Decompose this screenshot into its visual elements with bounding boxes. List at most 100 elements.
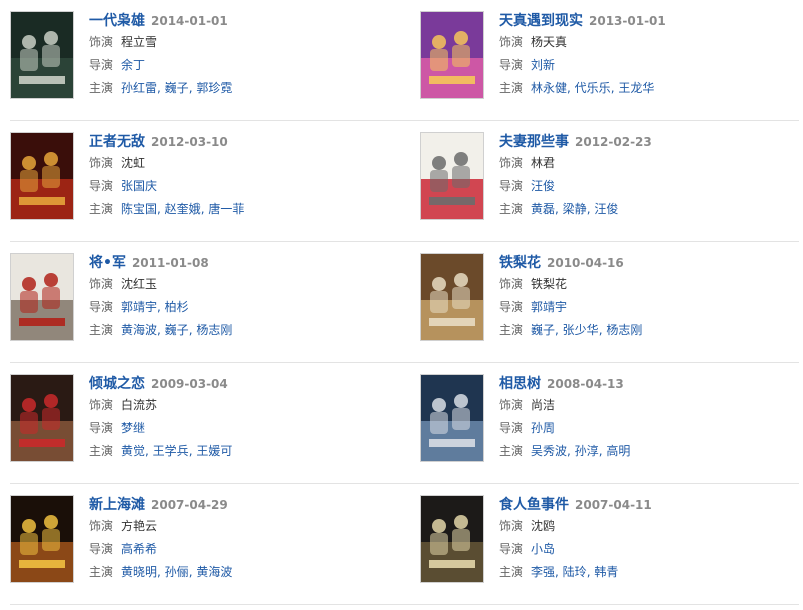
film-title-link[interactable]: 食人鱼事件: [499, 497, 569, 513]
role-line: 饰演 方艳云: [89, 515, 389, 538]
poster-image[interactable]: [10, 11, 74, 99]
cast-member-link[interactable]: 李强: [531, 565, 555, 579]
film-title-link[interactable]: 夫妻那些事: [499, 134, 569, 150]
poster-image[interactable]: [10, 495, 74, 583]
film-info: 夫妻那些事 2012-02-23 饰演 林君 导演 汪俊 主演 黄磊, 梁静, 汪俊: [499, 132, 799, 221]
poster-art: [11, 12, 73, 98]
film-title-link[interactable]: 将•军: [89, 255, 126, 271]
cast-label: 主演: [499, 565, 524, 579]
poster-image[interactable]: [10, 132, 74, 220]
cast-member-link[interactable]: 陈宝国: [121, 202, 157, 216]
film-title-link[interactable]: 天真遇到现实: [499, 13, 583, 29]
director-link[interactable]: 郭靖宇: [531, 300, 567, 314]
director-label: 导演: [499, 542, 524, 556]
cast-member-link[interactable]: 王媛可: [196, 444, 232, 458]
director-label: 导演: [499, 58, 524, 72]
cast-member-link[interactable]: 巍子: [165, 81, 189, 95]
cast-member-link[interactable]: 林永健: [531, 81, 567, 95]
cast-member-link[interactable]: 陆玲: [563, 565, 587, 579]
cast-member-link[interactable]: 黄觉: [121, 444, 145, 458]
poster-image[interactable]: [420, 253, 484, 341]
director-link[interactable]: 汪俊: [531, 179, 555, 193]
film-title-link[interactable]: 一代枭雄: [89, 13, 145, 29]
cast-member-link[interactable]: 黄海波: [196, 565, 232, 579]
cast-member-link[interactable]: 黄晓明: [121, 565, 157, 579]
poster-image[interactable]: [10, 253, 74, 341]
cast-member-link[interactable]: 韩青: [594, 565, 618, 579]
film-title-link[interactable]: 铁梨花: [499, 255, 541, 271]
cast-member-link[interactable]: 杨志刚: [196, 323, 232, 337]
title-line: 相思树 2008-04-13: [499, 374, 799, 394]
director-link[interactable]: 小岛: [531, 542, 555, 556]
director-label: 导演: [499, 300, 524, 314]
director-link[interactable]: 张国庆: [121, 179, 157, 193]
cast-member-link[interactable]: 王龙华: [618, 81, 654, 95]
cast-member-link[interactable]: 吴秀波: [531, 444, 567, 458]
cast-member-link[interactable]: 代乐乐: [575, 81, 611, 95]
role-label: 饰演: [499, 398, 524, 412]
role-name: 沈鸥: [531, 519, 556, 533]
cast-member-link[interactable]: 黄海波: [121, 323, 157, 337]
cast-member-link[interactable]: 高明: [606, 444, 630, 458]
cast-label: 主演: [499, 81, 524, 95]
film-row: 正者无敌 2012-03-10 饰演 沈虹 导演 张国庆 主演 陈宝国, 赵奎娥, 唐一菲 夫妻…: [0, 121, 803, 242]
cast-member-link[interactable]: 张少华: [563, 323, 599, 337]
row-divider: [10, 604, 799, 605]
cast-member-link[interactable]: 唐一菲: [208, 202, 244, 216]
cast-member-link[interactable]: 汪俊: [594, 202, 618, 216]
film-info: 将•军 2011-01-08 饰演 沈红玉 导演 郭靖宇, 柏杉 主演 黄海波, 巍子, 杨志…: [89, 253, 389, 342]
poster-art: [421, 133, 483, 219]
poster-art: [421, 375, 483, 461]
poster-image[interactable]: [420, 495, 484, 583]
cast-member-link[interactable]: 梁静: [563, 202, 587, 216]
release-date: 2013-01-01: [589, 14, 666, 28]
cast-member-link[interactable]: 赵奎娥: [165, 202, 201, 216]
cast-member-link[interactable]: 巍子: [531, 323, 555, 337]
director-line: 导演 郭靖宇: [499, 296, 799, 319]
cast-separator: ,: [555, 565, 563, 579]
director-link[interactable]: 高希希: [121, 542, 157, 556]
film-card: 倾城之恋 2009-03-04 饰演 白流苏 导演 梦继 主演 黄觉, 王学兵, 王媛可: [10, 374, 390, 464]
film-title-link[interactable]: 相思树: [499, 376, 541, 392]
cast-member-link[interactable]: 杨志刚: [606, 323, 642, 337]
role-name: 杨天真: [531, 35, 568, 49]
title-line: 食人鱼事件 2007-04-11: [499, 495, 799, 515]
film-info: 倾城之恋 2009-03-04 饰演 白流苏 导演 梦继 主演 黄觉, 王学兵, 王媛可: [89, 374, 389, 463]
cast-member-link[interactable]: 巍子: [165, 323, 189, 337]
cast-label: 主演: [89, 444, 114, 458]
film-card: 铁梨花 2010-04-16 饰演 铁梨花 导演 郭靖宇 主演 巍子, 张少华, 杨志刚: [420, 253, 800, 343]
director-link[interactable]: 郭靖宇, 柏杉: [121, 300, 189, 314]
role-label: 饰演: [89, 156, 114, 170]
cast-member-link[interactable]: 孙红雷: [121, 81, 157, 95]
cast-member-link[interactable]: 王学兵: [153, 444, 189, 458]
cast-member-link[interactable]: 黄磊: [531, 202, 555, 216]
cast-line: 主演 巍子, 张少华, 杨志刚: [499, 319, 799, 342]
poster-image[interactable]: [10, 374, 74, 462]
director-label: 导演: [89, 300, 114, 314]
role-label: 饰演: [89, 35, 114, 49]
poster-image[interactable]: [420, 132, 484, 220]
director-link[interactable]: 梦继: [121, 421, 145, 435]
film-title-link[interactable]: 新上海滩: [89, 497, 145, 513]
poster-art: [11, 133, 73, 219]
director-link[interactable]: 孙周: [531, 421, 555, 435]
role-label: 饰演: [499, 519, 524, 533]
title-line: 将•军 2011-01-08: [89, 253, 389, 273]
cast-member-link[interactable]: 孙淳: [575, 444, 599, 458]
film-title-link[interactable]: 正者无敌: [89, 134, 145, 150]
role-name: 程立雪: [121, 35, 158, 49]
director-label: 导演: [499, 421, 524, 435]
release-date: 2010-04-16: [547, 256, 624, 270]
director-label: 导演: [89, 58, 114, 72]
role-label: 饰演: [499, 35, 524, 49]
poster-image[interactable]: [420, 11, 484, 99]
director-line: 导演 张国庆: [89, 175, 389, 198]
role-name: 方艳云: [121, 519, 158, 533]
film-title-link[interactable]: 倾城之恋: [89, 376, 145, 392]
role-label: 饰演: [89, 519, 114, 533]
director-link[interactable]: 刘新: [531, 58, 555, 72]
cast-member-link[interactable]: 孙俪: [165, 565, 189, 579]
poster-image[interactable]: [420, 374, 484, 462]
cast-member-link[interactable]: 郭珍霓: [196, 81, 232, 95]
director-link[interactable]: 余丁: [121, 58, 145, 72]
